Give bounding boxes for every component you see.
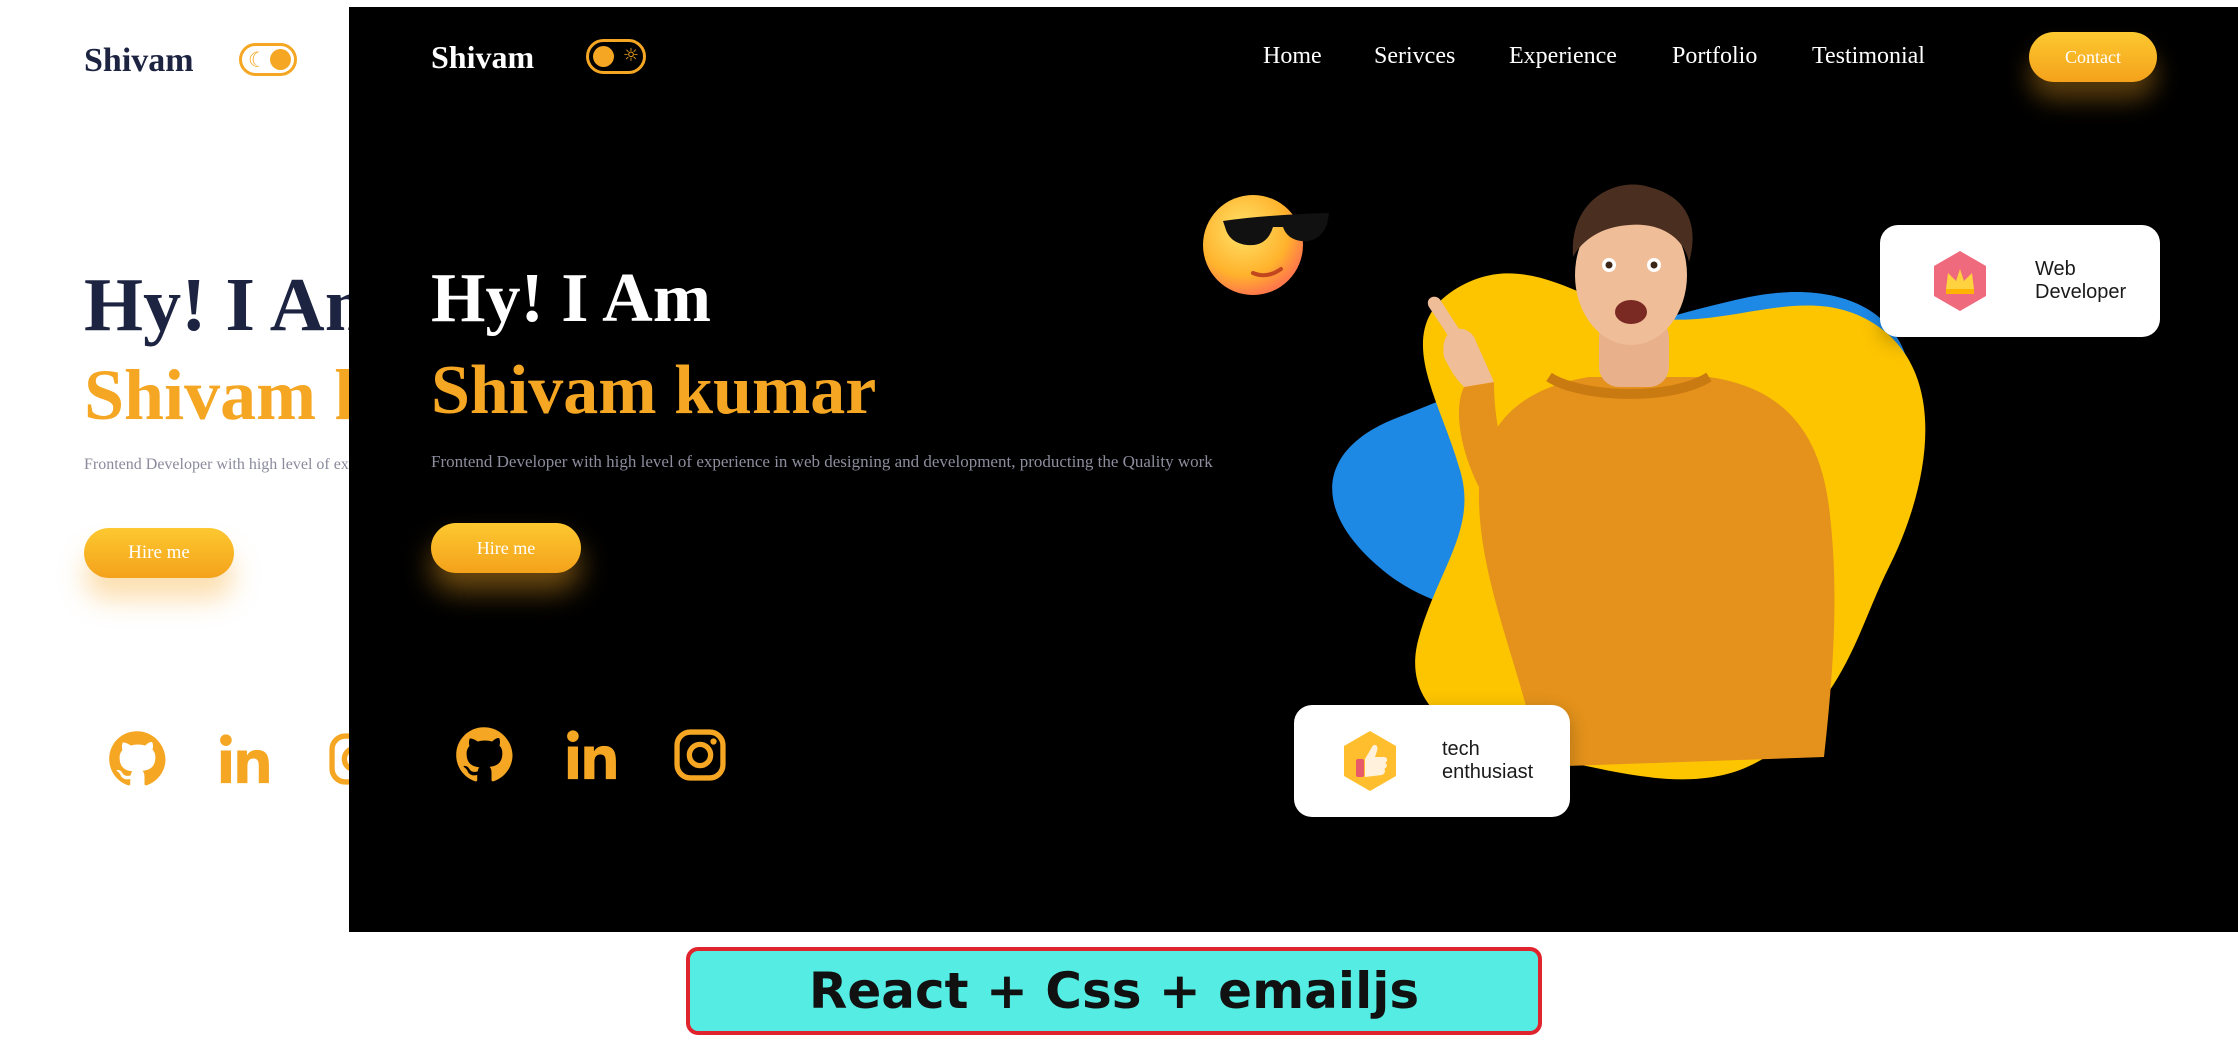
hero-greeting: Hy! I Am bbox=[431, 260, 711, 337]
theme-toggle[interactable]: ☾ bbox=[239, 43, 297, 76]
crown-icon bbox=[1934, 251, 1986, 311]
contact-button[interactable]: Contact bbox=[2029, 32, 2157, 82]
nav-home[interactable]: Home bbox=[1263, 43, 1322, 70]
toggle-knob bbox=[270, 49, 291, 70]
github-icon[interactable] bbox=[108, 730, 166, 788]
github-icon[interactable] bbox=[455, 726, 513, 784]
tech-stack-caption: React + Css + emailjs bbox=[686, 947, 1542, 1035]
brand-logo[interactable]: Shivam bbox=[84, 42, 194, 80]
hire-me-button[interactable]: Hire me bbox=[84, 528, 234, 578]
toggle-knob bbox=[593, 46, 614, 67]
nav-testimonial[interactable]: Testimonial bbox=[1812, 43, 1925, 70]
hero-description: Frontend Developer with high level of ex… bbox=[431, 452, 1213, 471]
nav-portfolio[interactable]: Portfolio bbox=[1672, 43, 1757, 70]
instagram-icon[interactable] bbox=[671, 726, 729, 784]
hire-me-button[interactable]: Hire me bbox=[431, 523, 581, 573]
moon-icon: ☾ bbox=[248, 48, 267, 72]
theme-toggle[interactable]: ☼ bbox=[586, 39, 646, 74]
linkedin-icon[interactable] bbox=[216, 730, 274, 788]
nav-services[interactable]: Serivces bbox=[1374, 43, 1455, 70]
hero-greeting: Hy! I Am bbox=[84, 263, 388, 347]
brand-logo[interactable]: Shivam bbox=[431, 39, 534, 76]
dark-theme-screenshot: Shivam ☼ Home Serivces Experience Portfo… bbox=[349, 7, 2238, 932]
linkedin-icon[interactable] bbox=[563, 726, 621, 784]
hero-name: Shivam kumar bbox=[431, 352, 877, 429]
tech-enthusiast-label: tech enthusiast bbox=[1442, 738, 1534, 783]
web-developer-label: Web Developer bbox=[2035, 258, 2127, 303]
thumbs-up-icon bbox=[1344, 731, 1396, 791]
nav-experience[interactable]: Experience bbox=[1509, 43, 1617, 70]
caption-text: React + Css + emailjs bbox=[808, 962, 1420, 1020]
sun-icon: ☼ bbox=[622, 45, 639, 66]
web-developer-badge: Web Developer bbox=[1880, 225, 2160, 337]
tech-enthusiast-badge: tech enthusiast bbox=[1294, 705, 1570, 817]
